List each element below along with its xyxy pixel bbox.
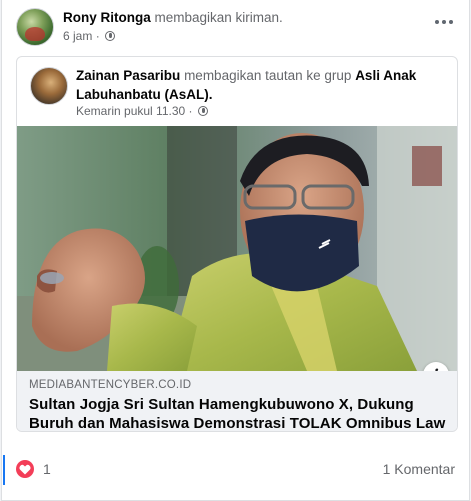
shared-author-name[interactable]: Zainan Pasaribu [76, 68, 180, 83]
post-header-line: Rony Ritonga membagikan kiriman. [63, 10, 283, 25]
meta-separator: · [95, 29, 100, 43]
shared-header-text: Zainan Pasaribu membagikan tautan ke gru… [76, 66, 446, 104]
comment-count[interactable]: 1 Komentar [383, 461, 455, 477]
shared-author-avatar[interactable] [30, 67, 68, 105]
author-avatar[interactable] [16, 8, 54, 46]
shared-post[interactable]: Zainan Pasaribu membagikan tautan ke gru… [16, 56, 458, 432]
reaction-count[interactable]: 1 [43, 461, 51, 477]
link-preview-image[interactable]: i [17, 126, 457, 371]
photo-illustration [17, 126, 457, 371]
post-time[interactable]: 6 jam [63, 29, 92, 43]
post-card: Rony Ritonga membagikan kiriman. 6 jam ·… [1, 0, 470, 501]
heart-icon [19, 464, 31, 474]
globe-icon [105, 31, 116, 41]
post-action-text: membagikan kiriman. [154, 10, 283, 25]
shared-post-meta: Kemarin pukul 11.30 · [76, 104, 208, 118]
engagement-bar: 1 1 Komentar [16, 460, 455, 484]
more-horizontal-icon [435, 20, 439, 24]
focus-indicator [3, 455, 5, 485]
post-meta: 6 jam · [63, 29, 116, 43]
author-name[interactable]: Rony Ritonga [63, 10, 151, 25]
link-title[interactable]: Sultan Jogja Sri Sultan Hamengkubuwono X… [29, 395, 454, 431]
post-header: Rony Ritonga membagikan kiriman. 6 jam · [16, 8, 455, 48]
shared-post-header: Zainan Pasaribu membagikan tautan ke gru… [17, 57, 457, 126]
link-domain: MEDIABANTENCYBER.CO.ID [29, 379, 192, 391]
shared-post-time[interactable]: Kemarin pukul 11.30 [76, 104, 185, 118]
meta-separator: · [188, 104, 193, 118]
heart-reaction-icon[interactable] [16, 460, 34, 478]
shared-action-text: membagikan tautan ke grup [184, 68, 352, 83]
link-preview-footer[interactable]: MEDIABANTENCYBER.CO.ID Sultan Jogja Sri … [17, 371, 457, 431]
globe-icon [197, 106, 208, 116]
more-options-button[interactable] [431, 12, 457, 32]
